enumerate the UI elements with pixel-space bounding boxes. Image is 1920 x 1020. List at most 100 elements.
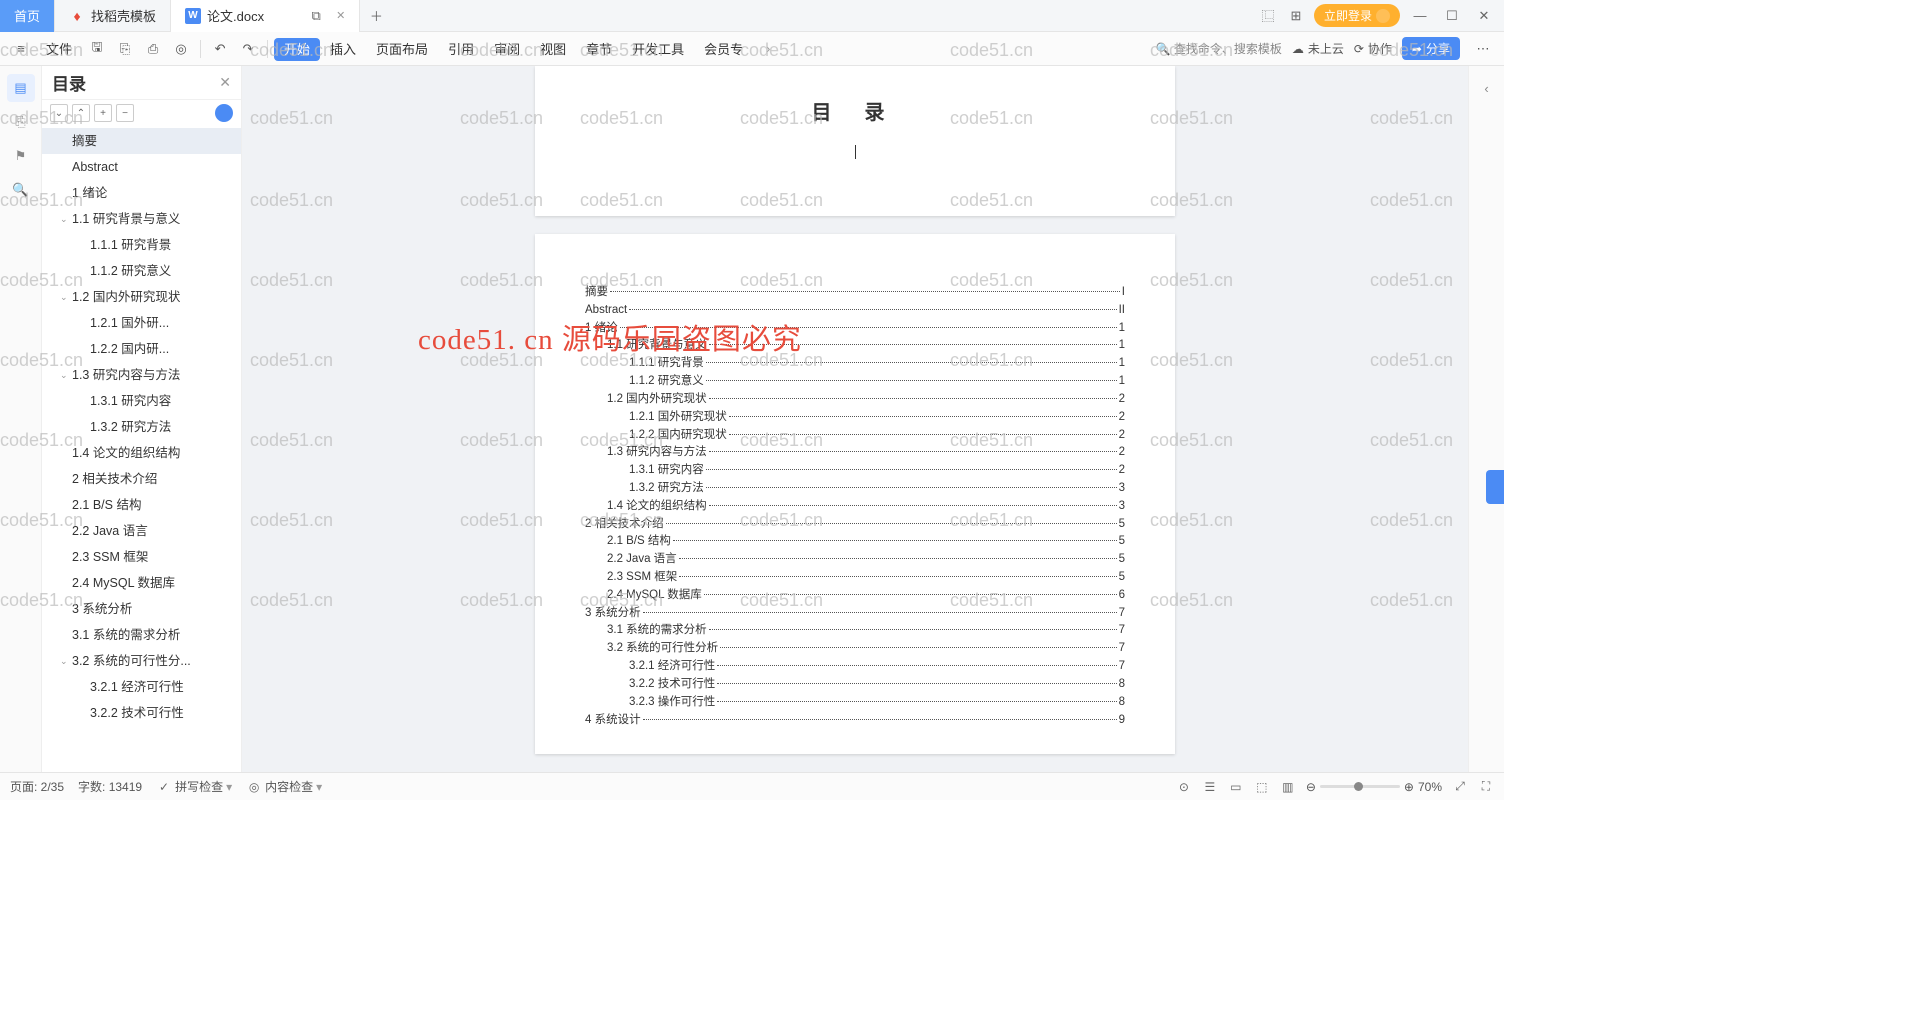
right-rail-chevron-icon[interactable]: ‹ [1473, 74, 1501, 102]
view-klass-icon[interactable]: ⊙ [1176, 779, 1192, 795]
menu-6[interactable]: 章节 [576, 38, 622, 61]
cloud-status[interactable]: ☁未上云 [1292, 40, 1344, 57]
tab-document[interactable]: W 论文.docx ⧉ ✕ [171, 0, 360, 32]
fullscreen-icon[interactable]: ⛶ [1478, 779, 1494, 795]
save-as-icon[interactable]: ⎘ [112, 36, 138, 62]
content-check-toggle[interactable]: ◎内容检查 ▾ [246, 778, 322, 795]
maximize-icon[interactable]: ☐ [1440, 4, 1464, 28]
menu-3[interactable]: 引用 [438, 38, 484, 61]
toc-row: 2.1 B/S 结构5 [585, 533, 1125, 551]
outline-item[interactable]: 1.3.2 研究方法 [42, 414, 241, 440]
menu-1[interactable]: 插入 [320, 38, 366, 61]
panel-close-icon[interactable]: ✕ [219, 74, 231, 91]
view-read-icon[interactable]: ⬚ [1254, 779, 1270, 795]
menu-0[interactable]: 开始 [274, 38, 320, 61]
page-rail-icon[interactable]: ⎘ [7, 108, 35, 136]
close-window-icon[interactable]: ✕ [1472, 4, 1496, 28]
hamburger-icon[interactable]: ≡ [8, 36, 34, 62]
view-print-icon[interactable]: ☰ [1202, 779, 1218, 795]
outline-item[interactable]: 1 绪论 [42, 180, 241, 206]
outline-item[interactable]: 3.2.1 经济可行性 [42, 674, 241, 700]
preview-icon[interactable]: ◎ [168, 36, 194, 62]
outline-item[interactable]: ⌄3.2 系统的可行性分... [42, 648, 241, 674]
command-search[interactable]: 🔍 查找命令、搜索模板 [1156, 40, 1282, 57]
outline-item[interactable]: 2.4 MySQL 数据库 [42, 570, 241, 596]
file-menu[interactable]: 文件 [36, 35, 82, 62]
redo-icon[interactable]: ↷ [235, 36, 261, 62]
tab-home[interactable]: 首页 [0, 0, 55, 32]
toc-row: 1.2.1 国外研究现状2 [585, 409, 1125, 427]
outline-list[interactable]: 摘要Abstract1 绪论⌄1.1 研究背景与意义1.1.1 研究背景1.1.… [42, 126, 241, 772]
outline-item[interactable]: 2.1 B/S 结构 [42, 492, 241, 518]
zoom-out-icon[interactable]: ⊖ [1306, 780, 1316, 794]
zoom-in-icon[interactable]: ⊕ [1404, 780, 1414, 794]
word-count[interactable]: 字数: 13419 [78, 778, 142, 795]
minimize-icon[interactable]: — [1408, 4, 1432, 28]
spellcheck-toggle[interactable]: ✓拼写检查 ▾ [156, 778, 232, 795]
tab-templates[interactable]: ♦ 找稻壳模板 [55, 0, 171, 32]
toc-row: 摘要I [585, 284, 1125, 302]
share-button[interactable]: ➦分享 [1402, 37, 1460, 60]
menu-4[interactable]: 审阅 [484, 38, 530, 61]
tab-close-icon[interactable]: ✕ [336, 9, 345, 22]
outline-item[interactable]: 2 相关技术介绍 [42, 466, 241, 492]
view-web-icon[interactable]: ▭ [1228, 779, 1244, 795]
toc-row: 3.2.2 技术可行性8 [585, 676, 1125, 694]
outline-item[interactable]: 1.4 论文的组织结构 [42, 440, 241, 466]
outline-item[interactable]: 3.2.2 技术可行性 [42, 700, 241, 726]
outline-item[interactable]: 1.2.1 国外研... [42, 310, 241, 336]
reader-mode-icon[interactable]: ⿺ [1258, 6, 1278, 26]
outline-item[interactable]: 1.2.2 国内研... [42, 336, 241, 362]
toc-row: 1 绪论1 [585, 320, 1125, 338]
add-heading-icon[interactable]: + [94, 104, 112, 122]
menu-5[interactable]: 视图 [530, 38, 576, 61]
print-icon[interactable]: ⎙ [140, 36, 166, 62]
toc-row: 2.2 Java 语言5 [585, 551, 1125, 569]
search-rail-icon[interactable]: 🔍 [7, 176, 35, 204]
outline-item[interactable]: 1.1.1 研究背景 [42, 232, 241, 258]
locate-icon[interactable] [215, 104, 233, 122]
cloud-off-icon: ☁ [1292, 42, 1304, 56]
more-icon[interactable]: ⋯ [1470, 36, 1496, 62]
zoom-value[interactable]: 70% [1418, 780, 1442, 794]
outline-item[interactable]: 3.1 系统的需求分析 [42, 622, 241, 648]
grid-apps-icon[interactable]: ⊞ [1286, 6, 1306, 26]
outline-item[interactable]: 1.3.1 研究内容 [42, 388, 241, 414]
menu-2[interactable]: 页面布局 [366, 38, 438, 61]
toc-row: 3.2.3 操作可行性8 [585, 694, 1125, 712]
view-outline-icon[interactable]: ▥ [1280, 779, 1296, 795]
new-tab-button[interactable]: ＋ [360, 6, 392, 25]
outline-item[interactable]: ⌄1.3 研究内容与方法 [42, 362, 241, 388]
fit-page-icon[interactable]: ⤢ [1452, 779, 1468, 795]
outline-item[interactable]: 2.2 Java 语言 [42, 518, 241, 544]
outline-item[interactable]: Abstract [42, 154, 241, 180]
toc-row: 2.4 MySQL 数据库6 [585, 587, 1125, 605]
right-rail: ‹ [1468, 66, 1504, 772]
undo-icon[interactable]: ↶ [207, 36, 233, 62]
expand-all-icon[interactable]: ⌃ [72, 104, 90, 122]
remove-heading-icon[interactable]: − [116, 104, 134, 122]
outline-rail-icon[interactable]: ▤ [7, 74, 35, 102]
menu-overflow-icon[interactable]: › [755, 36, 781, 62]
outline-item[interactable]: ⌄1.2 国内外研究现状 [42, 284, 241, 310]
save-icon[interactable]: 🖫 [84, 36, 110, 62]
menu-7[interactable]: 开发工具 [622, 38, 694, 61]
menu-8[interactable]: 会员专 [694, 38, 753, 61]
zoom-slider[interactable] [1320, 785, 1400, 788]
zoom-control[interactable]: ⊖ ⊕ 70% [1306, 780, 1442, 794]
page-indicator[interactable]: 页面: 2/35 [10, 778, 64, 795]
collapse-all-icon[interactable]: ⌄ [50, 104, 68, 122]
outline-item[interactable]: 摘要 [42, 128, 241, 154]
bookmark-rail-icon[interactable]: ⚑ [7, 142, 35, 170]
document-canvas[interactable]: 目 录 摘要IAbstractII1 绪论11.1 研究背景与意义11.1.1 … [242, 66, 1468, 772]
outline-item[interactable]: 3 系统分析 [42, 596, 241, 622]
toc-row: 4 系统设计9 [585, 712, 1125, 730]
tab-popout-icon[interactable]: ⧉ [306, 6, 326, 26]
outline-item[interactable]: ⌄1.1 研究背景与意义 [42, 206, 241, 232]
feedback-tab[interactable] [1486, 470, 1504, 504]
collaborate-button[interactable]: ⟳协作 [1354, 40, 1392, 57]
outline-item[interactable]: 1.1.2 研究意义 [42, 258, 241, 284]
toc-row: AbstractII [585, 302, 1125, 320]
login-button[interactable]: 立即登录 [1314, 4, 1400, 27]
outline-item[interactable]: 2.3 SSM 框架 [42, 544, 241, 570]
